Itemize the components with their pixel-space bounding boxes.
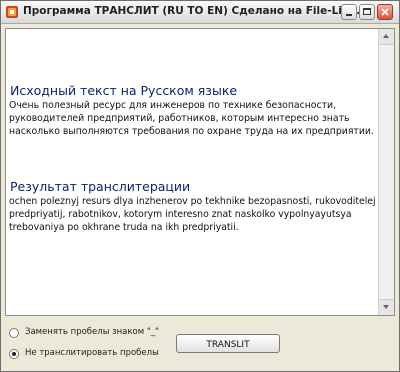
translit-button[interactable]: TRANSLIT <box>176 334 280 353</box>
replace-spaces-radio[interactable] <box>9 328 19 338</box>
title-bar[interactable]: Программа ТРАНСЛИТ (RU TO EN) Сделано на… <box>1 1 399 24</box>
app-window: Программа ТРАНСЛИТ (RU TO EN) Сделано на… <box>0 0 400 372</box>
maximize-button[interactable] <box>359 4 375 20</box>
source-text[interactable]: Очень полезный ресурс для инженеров по т… <box>9 99 381 138</box>
scroll-down-arrow-icon[interactable] <box>379 299 394 315</box>
text-display-area[interactable]: Исходный текст на Русском языке Очень по… <box>5 28 395 316</box>
options-panel: Заменять пробелы знаком "_" Не транслити… <box>1 317 399 371</box>
window-title: Программа ТРАНСЛИТ (RU TO EN) Сделано на… <box>23 5 373 17</box>
result-heading: Результат транслитерации <box>10 179 191 194</box>
no-translit-spaces-radio[interactable] <box>9 349 19 359</box>
source-heading: Исходный текст на Русском языке <box>10 83 238 98</box>
close-button[interactable] <box>377 4 393 20</box>
no-translit-spaces-label: Не транслитировать пробелы <box>25 348 159 358</box>
scroll-up-arrow-icon[interactable] <box>379 29 394 45</box>
result-text[interactable]: ochen poleznyj resurs dlya inzhenerov po… <box>9 195 381 234</box>
replace-spaces-label: Заменять пробелы знаком "_" <box>25 327 159 337</box>
close-icon <box>381 8 389 16</box>
app-icon <box>6 6 18 18</box>
minimize-button[interactable] <box>341 4 357 20</box>
vertical-scrollbar[interactable] <box>378 29 394 315</box>
